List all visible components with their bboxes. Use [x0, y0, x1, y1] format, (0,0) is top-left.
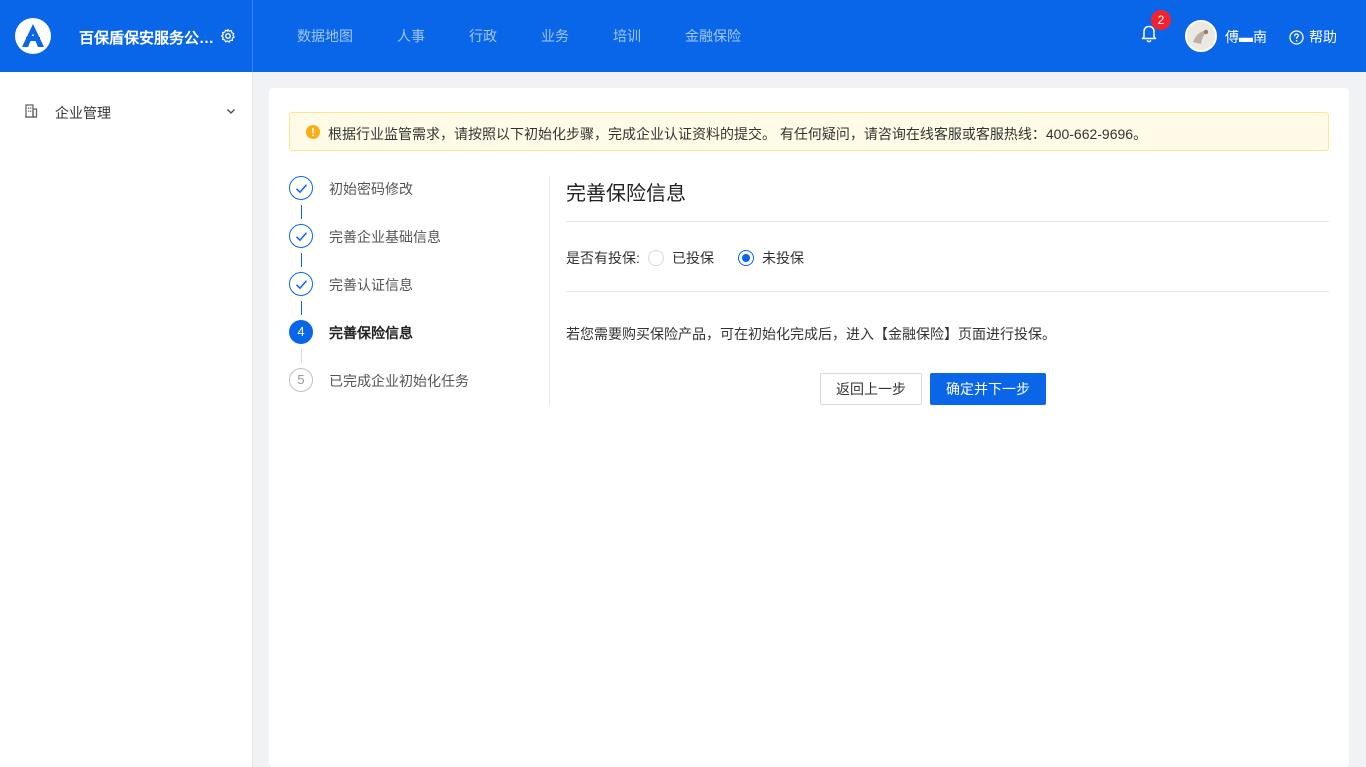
step-3: 完善认证信息 — [289, 272, 549, 315]
sidebar: 企业管理 — [0, 72, 253, 767]
main-card: 根据行业监管需求，请按照以下初始化步骤，完成企业认证资料的提交。 有任何疑问，请… — [269, 88, 1349, 767]
radio-not-insured[interactable]: 未投保 — [738, 248, 804, 268]
question-circle-icon — [1289, 29, 1304, 45]
check-icon — [295, 184, 308, 194]
divider — [566, 291, 1329, 292]
top-nav: 数据地图 人事 行政 业务 培训 金融保险 — [275, 0, 763, 72]
alert-text: 根据行业监管需求，请按照以下初始化步骤，完成企业认证资料的提交。 有任何疑问，请… — [328, 126, 1148, 142]
nav-finance-insurance[interactable]: 金融保险 — [663, 0, 763, 72]
step-label: 完善企业基础信息 — [329, 229, 441, 245]
steps: 初始密码修改 完善企业基础信息 完善认证信息 4 完善保险信息 5 已完成企业初… — [289, 176, 549, 406]
step-label: 已完成企业初始化任务 — [329, 373, 469, 389]
step-connector — [301, 253, 302, 267]
step-label: 完善保险信息 — [329, 325, 413, 341]
notification-badge[interactable]: 2 — [1151, 10, 1171, 30]
step-finish-marker — [289, 272, 313, 296]
nav-business[interactable]: 业务 — [519, 0, 591, 72]
chevron-down-icon — [226, 108, 236, 115]
step-1: 初始密码修改 — [289, 176, 549, 219]
radio-circle[interactable] — [648, 250, 664, 266]
back-button[interactable]: 返回上一步 — [820, 373, 922, 405]
logo[interactable] — [15, 18, 51, 54]
warning-alert: 根据行业监管需求，请按照以下初始化步骤，完成企业认证资料的提交。 有任何疑问，请… — [289, 112, 1329, 151]
step-finish-marker — [289, 176, 313, 200]
nav-hr[interactable]: 人事 — [375, 0, 447, 72]
step-connector — [301, 349, 302, 363]
step-2: 完善企业基础信息 — [289, 224, 549, 267]
step-number: 4 — [289, 320, 313, 344]
nav-training[interactable]: 培训 — [591, 0, 663, 72]
warning-circle-icon — [306, 125, 320, 139]
building-icon — [25, 104, 38, 118]
nav-data-map[interactable]: 数据地图 — [275, 0, 375, 72]
step-4: 4 完善保险信息 — [289, 320, 549, 363]
brand-area: 百保盾保安服务公司... — [0, 0, 253, 72]
insurance-tip: 若您需要购买保险产品，可在初始化完成后，进入【金融保险】页面进行投保。 — [566, 326, 1056, 342]
avatar[interactable] — [1185, 20, 1217, 52]
insured-question-label: 是否有投保: — [566, 250, 640, 266]
top-header: 百保盾保安服务公司... 数据地图 人事 行政 业务 培训 金融保险 2 傅▬南… — [0, 0, 1366, 72]
radio-circle[interactable] — [738, 250, 754, 266]
steps-divider — [549, 176, 550, 405]
step-connector — [301, 205, 302, 219]
radio-label: 未投保 — [762, 250, 804, 266]
company-name[interactable]: 百保盾保安服务公司... — [79, 27, 221, 48]
sidebar-item-enterprise-management[interactable]: 企业管理 — [0, 92, 252, 132]
nav-admin[interactable]: 行政 — [447, 0, 519, 72]
sidebar-item-label: 企业管理 — [55, 105, 111, 121]
step-number: 5 — [289, 368, 313, 392]
username[interactable]: 傅▬南 — [1225, 27, 1267, 47]
step-label: 完善认证信息 — [329, 277, 413, 293]
step-5: 5 已完成企业初始化任务 — [289, 368, 549, 392]
step-label: 初始密码修改 — [329, 181, 413, 197]
confirm-next-button[interactable]: 确定并下一步 — [930, 373, 1046, 405]
shield-logo-icon — [22, 24, 44, 47]
divider — [566, 221, 1329, 222]
step-connector — [301, 301, 302, 315]
help-link[interactable]: 帮助 — [1289, 27, 1337, 47]
radio-insured[interactable]: 已投保 — [648, 248, 714, 268]
radio-label: 已投保 — [672, 250, 714, 266]
avatar-image-icon — [1187, 22, 1215, 50]
check-icon — [295, 232, 308, 242]
help-label: 帮助 — [1309, 29, 1337, 45]
form-title: 完善保险信息 — [566, 183, 686, 205]
check-icon — [295, 280, 308, 290]
gear-icon[interactable] — [220, 28, 236, 44]
step-finish-marker — [289, 224, 313, 248]
